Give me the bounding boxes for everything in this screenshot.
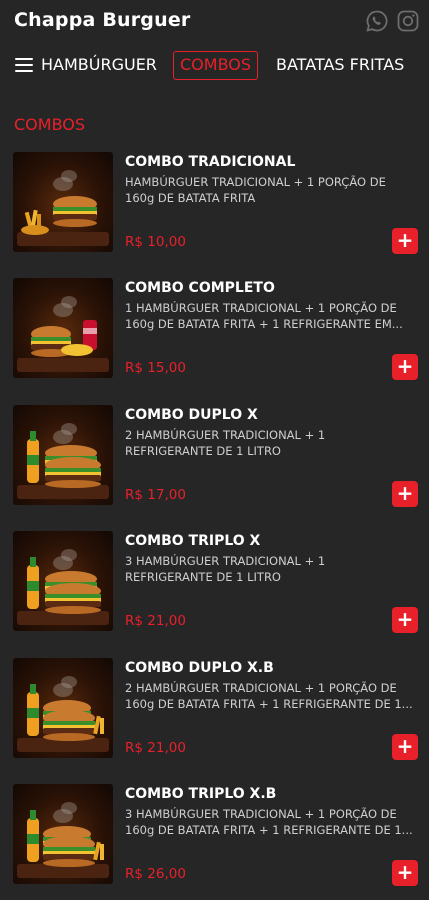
brand-title: Chappa Burguer [14,9,191,31]
add-to-cart-button[interactable]: + [392,607,418,634]
product-name: COMBO DUPLO X [125,406,258,423]
tab-hamburguer[interactable]: HAMBÚRGUER [35,51,163,81]
product-price: R$ 10,00 [125,234,186,250]
product-description: 1 HAMBÚRGUER TRADICIONAL + 1 PORÇÃO DE 1… [125,301,403,332]
product-description: 3 HAMBÚRGUER TRADICIONAL + 1 PORÇÃO DE 1… [125,807,413,837]
product-image [13,657,113,758]
whatsapp-icon[interactable] [365,9,389,33]
add-to-cart-button[interactable]: + [392,228,418,254]
product-price: R$ 21,00 [125,613,186,630]
product-item[interactable]: COMBO TRADICIONAL HAMBÚRGUER TRADICIONAL… [0,152,429,262]
product-image [13,784,113,884]
product-name: COMBO TRADICIONAL [125,154,296,170]
product-item[interactable]: COMBO DUPLO X 2 HAMBÚRGUER TRADICIONAL +… [0,404,429,515]
product-image [13,278,113,379]
product-price: R$ 17,00 [125,486,186,503]
product-description: 2 HAMBÚRGUER TRADICIONAL + 1 REFRIGERANT… [125,427,326,458]
product-price: R$ 21,00 [125,739,186,756]
product-image [13,531,113,632]
category-nav: HAMBÚRGUER COMBOS BATATAS FRITAS [0,46,429,86]
product-item[interactable]: COMBO COMPLETO 1 HAMBÚRGUER TRADICIONAL … [0,278,429,388]
section-title: COMBOS [14,115,86,134]
product-image [13,152,113,252]
product-description: HAMBÚRGUER TRADICIONAL + 1 PORÇÃO DE 160… [125,175,386,205]
product-price: R$ 15,00 [125,360,186,377]
add-to-cart-button[interactable]: + [392,860,418,886]
product-item[interactable]: COMBO TRIPLO X 3 HAMBÚRGUER TRADICIONAL … [0,531,429,641]
tab-combos[interactable]: COMBOS [173,51,259,80]
product-price: R$ 26,00 [125,866,186,882]
product-name: COMBO TRIPLO X [125,533,261,550]
product-description: 3 HAMBÚRGUER TRADICIONAL + 1 REFRIGERANT… [125,554,326,585]
add-to-cart-button[interactable]: + [392,354,418,381]
product-name: COMBO TRIPLO X.B [125,786,277,802]
product-description: 2 HAMBÚRGUER TRADICIONAL + 1 PORÇÃO DE 1… [125,680,413,711]
product-name: COMBO DUPLO X.B [125,659,274,676]
add-to-cart-button[interactable]: + [392,480,418,507]
product-name: COMBO COMPLETO [125,280,275,297]
product-image [13,404,113,505]
product-item[interactable]: COMBO TRIPLO X.B 3 HAMBÚRGUER TRADICIONA… [0,784,429,894]
app-header: Chappa Burguer [0,0,429,44]
tab-batatas-fritas[interactable]: BATATAS FRITAS [270,51,410,81]
add-to-cart-button[interactable]: + [392,733,418,760]
product-item[interactable]: COMBO DUPLO X.B 2 HAMBÚRGUER TRADICIONAL… [0,657,429,768]
hamburger-menu-icon[interactable] [15,58,33,72]
instagram-icon[interactable] [396,9,420,33]
